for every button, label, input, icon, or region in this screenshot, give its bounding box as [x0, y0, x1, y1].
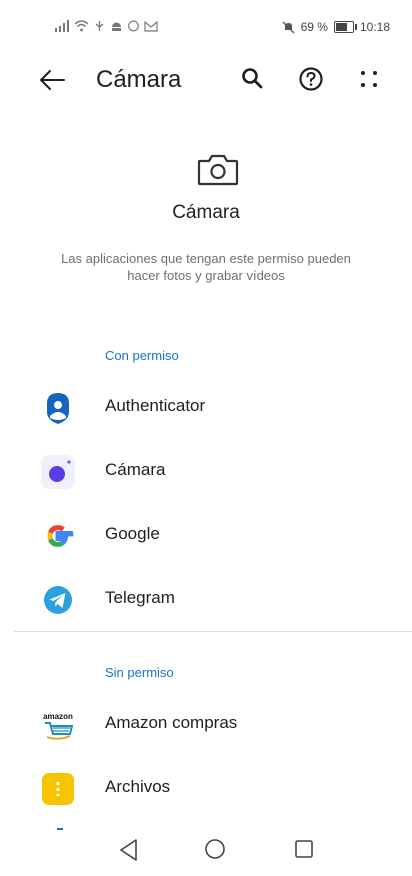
arrow-left-icon: [40, 70, 65, 90]
battery-icon: [333, 21, 357, 33]
amazon-icon: amazon: [43, 712, 74, 740]
search-button[interactable]: [240, 66, 272, 98]
circle-icon: [128, 20, 139, 32]
gmail-icon: [144, 20, 158, 32]
usb-icon: [95, 21, 104, 31]
camera-icon: [197, 154, 239, 186]
app-row-telegram[interactable]: Telegram: [0, 568, 412, 632]
app-row-amazon[interactable]: amazon Amazon compras: [0, 693, 412, 757]
google-icon: [47, 525, 74, 547]
app-label: Cámara: [105, 460, 166, 479]
permission-description: Las aplicaciones que tengan este permiso…: [61, 251, 351, 283]
status-time: 10:18: [359, 20, 390, 34]
system-nav-bar: [0, 826, 412, 876]
files-icon: [42, 773, 74, 805]
app-label: Telegram: [105, 588, 175, 607]
android-icon: [112, 22, 121, 31]
status-icons-right: 69 % 10:18: [282, 20, 390, 34]
help-circle-icon: [299, 67, 323, 91]
help-button[interactable]: [298, 66, 330, 98]
app-label: Amazon compras: [105, 713, 238, 732]
search-icon: [242, 68, 263, 89]
signal-icon: [55, 20, 69, 32]
more-dots-icon: [361, 71, 377, 87]
telegram-icon: [44, 586, 72, 614]
back-button[interactable]: [38, 66, 78, 98]
app-label: Authenticator: [105, 396, 206, 415]
app-row-google[interactable]: Google: [0, 504, 412, 568]
section-label-denied: Sin permiso: [105, 665, 174, 680]
nav-back-icon[interactable]: [118, 838, 140, 862]
status-bar: 69 % 10:18: [0, 0, 412, 52]
camera-app-icon: [41, 455, 75, 489]
section-label-allowed: Con permiso: [105, 348, 179, 363]
permission-title: Cámara: [172, 202, 240, 223]
mute-icon: [282, 21, 295, 33]
app-row-authenticator[interactable]: Authenticator: [0, 376, 412, 440]
wifi-icon: [74, 20, 89, 32]
battery-percent: 69 %: [300, 20, 328, 34]
nav-recents-icon[interactable]: [294, 839, 314, 859]
section-divider: [14, 631, 412, 632]
app-label: Archivos: [105, 777, 171, 796]
more-options-button[interactable]: [356, 66, 388, 98]
app-row-files[interactable]: Archivos: [0, 757, 412, 821]
app-label: Google: [105, 524, 160, 543]
svg-text:amazon: amazon: [43, 712, 73, 721]
nav-home-icon[interactable]: [204, 838, 226, 860]
status-icons-left: [54, 20, 158, 32]
app-bar: Cámara: [0, 52, 412, 112]
app-row-camera[interactable]: Cámara: [0, 440, 412, 504]
authenticator-icon: [47, 393, 69, 424]
page-title: Cámara: [96, 66, 182, 93]
